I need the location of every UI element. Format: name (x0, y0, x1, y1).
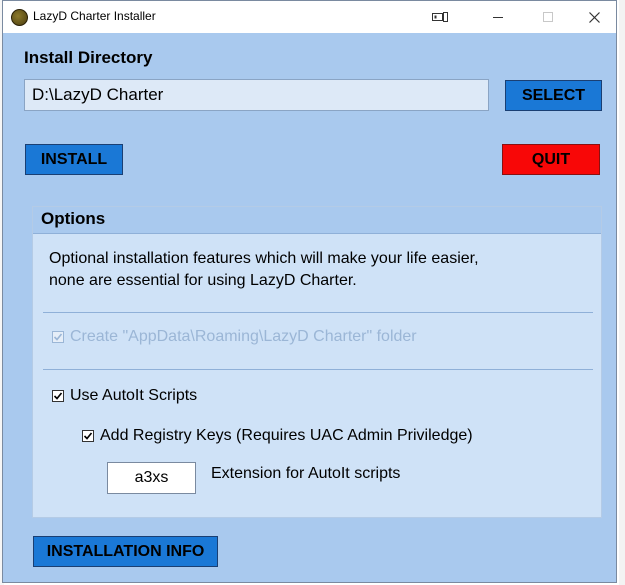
appdata-folder-label: Create "AppData\Roaming\LazyD Charter" f… (70, 328, 417, 345)
minimize-icon[interactable] (475, 1, 521, 33)
autoit-scripts-checkbox[interactable] (52, 390, 64, 402)
registry-keys-label: Add Registry Keys (Requires UAC Admin Pr… (100, 427, 473, 444)
title-bar[interactable]: LazyD Charter Installer (3, 1, 616, 33)
options-header: Options (33, 207, 601, 234)
install-button-label: INSTALL (40, 150, 108, 168)
options-description: Optional installation features which wil… (49, 248, 569, 292)
extension-input[interactable] (107, 462, 196, 494)
autoit-scripts-option[interactable]: Use AutoIt Scripts (52, 387, 197, 405)
install-directory-label: Install Directory (24, 48, 153, 67)
options-description-line-1: Optional installation features which wil… (49, 250, 479, 267)
registry-keys-checkbox[interactable] (82, 430, 94, 442)
quit-button[interactable]: QUIT (502, 144, 600, 175)
quit-button-label: QUIT (531, 150, 571, 168)
install-button[interactable]: INSTALL (25, 144, 123, 175)
options-group: Options Optional installation features w… (32, 206, 602, 518)
install-directory-input[interactable] (24, 79, 489, 111)
tablet-mode-icon[interactable] (417, 1, 463, 33)
autoit-scripts-label: Use AutoIt Scripts (70, 387, 198, 404)
select-button-label: SELECT (521, 86, 586, 104)
maximize-icon[interactable] (525, 1, 571, 33)
extension-label: Extension for AutoIt scripts (211, 465, 401, 482)
appdata-folder-option: Create "AppData\Roaming\LazyD Charter" f… (52, 328, 417, 346)
installer-window: LazyD Charter Installer Install Director… (2, 0, 617, 583)
registry-keys-option[interactable]: Add Registry Keys (Requires UAC Admin Pr… (82, 427, 473, 445)
close-icon[interactable] (571, 1, 617, 33)
background-window-edge (619, 0, 625, 585)
options-title: Options (41, 209, 106, 228)
separator-top (43, 312, 593, 313)
app-icon (11, 9, 28, 26)
installation-info-label: INSTALLATION INFO (46, 542, 205, 560)
select-button[interactable]: SELECT (505, 80, 602, 111)
window-title: LazyD Charter Installer (33, 9, 156, 23)
installation-info-button[interactable]: INSTALLATION INFO (33, 536, 218, 567)
options-description-line-2: none are essential for using LazyD Chart… (49, 272, 357, 289)
separator-middle (43, 369, 593, 370)
appdata-folder-checkbox (52, 331, 64, 343)
